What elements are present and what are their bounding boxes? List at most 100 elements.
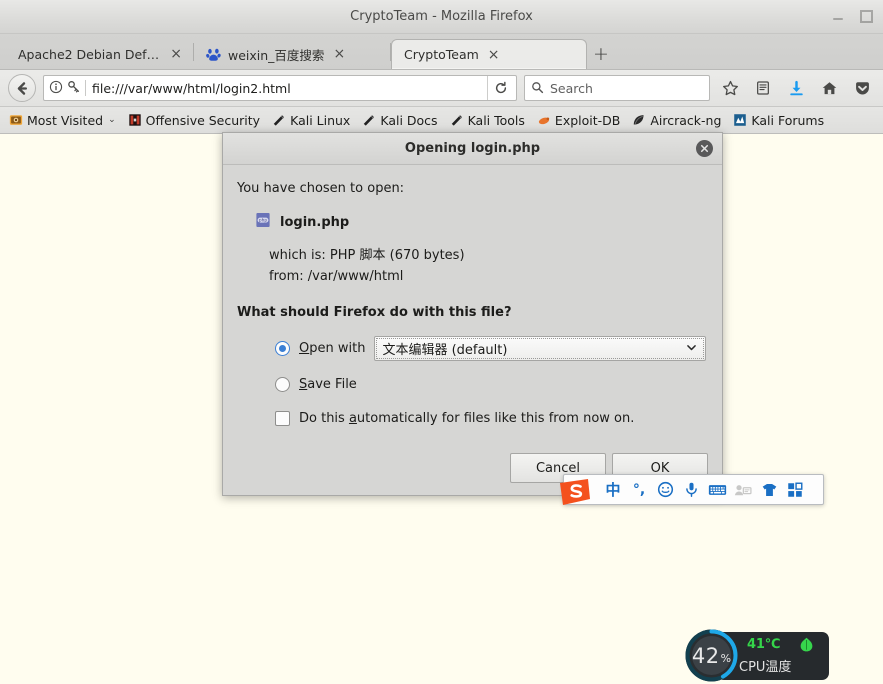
bookmark-star-icon[interactable]	[717, 75, 743, 101]
open-with-select-value: 文本编辑器 (default)	[382, 343, 508, 358]
url-text[interactable]: file:///var/www/html/login2.html	[92, 81, 481, 96]
remember-label-rest: utomatically for files like this from no…	[356, 411, 635, 426]
tab-close-icon[interactable]: ×	[486, 48, 502, 62]
dialog-body: You have chosen to open: php login.php w…	[223, 165, 722, 495]
punctuation-mode-icon[interactable]: °,	[626, 474, 652, 505]
cpu-usage-unit: %	[720, 652, 732, 665]
maximize-icon[interactable]	[858, 8, 875, 25]
save-file-row: Save File	[275, 377, 708, 392]
chevron-down-icon	[685, 339, 698, 358]
php-file-icon: php	[255, 212, 271, 232]
tab-label: Apache2 Debian Default ...	[18, 46, 162, 62]
tab-label: CryptoTeam	[404, 47, 479, 62]
save-file-label: Save File	[299, 377, 357, 392]
bookmark-kali-tools[interactable]: Kali Tools	[445, 111, 530, 130]
sogou-ime-toolbar: 中 °,	[560, 474, 824, 505]
chinese-mode-icon[interactable]: 中	[600, 474, 626, 505]
new-tab-button[interactable]: +	[587, 39, 615, 69]
cpu-usage-text: 42 %	[683, 627, 740, 684]
file-name: login.php	[280, 214, 350, 230]
window-title: CryptoTeam - Mozilla Firefox	[350, 9, 533, 24]
chosen-to-open-text: You have chosen to open:	[237, 181, 405, 196]
dialog-title: Opening login.php	[404, 141, 541, 156]
chevron-down-icon[interactable]: ⌄	[108, 115, 116, 125]
cpu-temperature-widget[interactable]: 41℃ CPU温度 42 %	[683, 627, 833, 684]
bookmark-label: Exploit-DB	[554, 112, 621, 128]
url-bar[interactable]: file:///var/www/html/login2.html	[43, 75, 517, 101]
minimize-icon[interactable]	[829, 8, 846, 25]
url-divider	[85, 80, 86, 96]
kali-forums-icon	[733, 113, 747, 127]
user-card-icon[interactable]	[730, 474, 756, 505]
remember-accel: a	[348, 411, 357, 426]
remember-label-pre: Do this	[299, 411, 349, 426]
dialog-question: What should Firefox do with this file?	[237, 305, 512, 320]
bookmark-label: Kali Linux	[290, 112, 351, 128]
bookmarks-toolbar: Most Visited ⌄ Offensive Security Kali L…	[0, 107, 883, 134]
library-icon[interactable]	[750, 75, 776, 101]
apps-grid-icon[interactable]	[782, 474, 808, 505]
bookmark-label: Kali Tools	[467, 112, 525, 128]
remember-choice-checkbox[interactable]	[275, 411, 290, 426]
bookmark-exploit-db[interactable]: Exploit-DB	[532, 111, 625, 130]
key-icon[interactable]	[67, 79, 81, 98]
close-icon[interactable]	[696, 140, 713, 157]
skin-icon[interactable]	[756, 474, 782, 505]
info-circle-icon[interactable]	[49, 79, 63, 98]
window-controls	[829, 0, 875, 33]
offensive-security-icon	[128, 113, 142, 127]
bookmark-kali-linux[interactable]: Kali Linux	[267, 111, 355, 130]
tab-strip: Apache2 Debian Default ... × weixin_百度搜索…	[0, 34, 883, 70]
save-file-radio[interactable]	[275, 377, 290, 392]
search-placeholder: Search	[550, 80, 593, 96]
search-input[interactable]: Search	[524, 75, 710, 101]
home-icon[interactable]	[816, 75, 842, 101]
cpu-label: CPU温度	[739, 660, 792, 675]
bookmark-kali-forums[interactable]: Kali Forums	[728, 111, 829, 130]
tab-close-icon[interactable]: ×	[331, 47, 347, 61]
navigation-toolbar: file:///var/www/html/login2.html Search	[0, 70, 883, 107]
kali-dragon-icon	[362, 113, 376, 127]
open-with-select[interactable]: 文本编辑器 (default)	[374, 336, 706, 361]
bookmark-most-visited[interactable]: Most Visited ⌄	[4, 111, 121, 130]
opening-file-dialog: Opening login.php You have chosen to ope…	[222, 132, 723, 496]
tab-label: weixin_百度搜索	[228, 47, 325, 63]
bookmark-label: Offensive Security	[145, 112, 261, 128]
most-visited-icon	[9, 113, 23, 127]
reload-icon[interactable]	[487, 76, 513, 100]
title-bar: CryptoTeam - Mozilla Firefox	[0, 0, 883, 34]
bookmark-kali-docs[interactable]: Kali Docs	[357, 111, 442, 130]
bookmark-offensive-security[interactable]: Offensive Security	[123, 111, 265, 130]
bookmark-aircrack-ng[interactable]: Aircrack-ng	[627, 111, 726, 130]
soft-keyboard-icon[interactable]	[704, 474, 730, 505]
emoji-icon[interactable]	[652, 474, 678, 505]
chinese-mode-glyph: 中	[605, 481, 621, 499]
back-arrow-icon[interactable]	[8, 74, 36, 102]
cpu-usage-value: 42	[691, 643, 720, 668]
file-type-text: which is: PHP 脚本 (670 bytes)	[269, 248, 465, 263]
open-with-radio[interactable]	[275, 341, 290, 356]
tab-cryptoteam[interactable]: CryptoTeam ×	[391, 39, 587, 69]
search-icon	[531, 79, 544, 98]
pocket-icon[interactable]	[849, 75, 875, 101]
punctuation-mode-glyph: °,	[632, 481, 646, 498]
remember-choice-row: Do this automatically for files like thi…	[275, 411, 708, 426]
aircrack-ng-icon	[632, 113, 646, 127]
open-with-accel: O	[299, 341, 310, 356]
bookmark-label: Most Visited	[27, 112, 104, 128]
kali-dragon-icon	[272, 113, 286, 127]
bookmark-label: Kali Docs	[380, 112, 438, 128]
tab-weixin-baidu[interactable]: weixin_百度搜索 ×	[194, 39, 390, 69]
bookmark-label: Aircrack-ng	[650, 112, 722, 128]
tab-close-icon[interactable]: ×	[168, 47, 184, 61]
voice-input-icon[interactable]	[678, 474, 704, 505]
baidu-paw-icon	[206, 47, 221, 62]
open-with-label-rest: pen with	[309, 341, 366, 356]
exploit-db-icon	[537, 113, 551, 127]
open-with-label: Open with	[299, 341, 365, 356]
downloads-icon[interactable]	[783, 75, 809, 101]
open-with-row: Open with 文本编辑器 (default)	[275, 336, 708, 361]
tab-apache2[interactable]: Apache2 Debian Default ... ×	[6, 39, 193, 69]
cpu-temperature-value: 41℃	[747, 637, 781, 652]
sogou-logo-icon[interactable]	[558, 477, 592, 507]
